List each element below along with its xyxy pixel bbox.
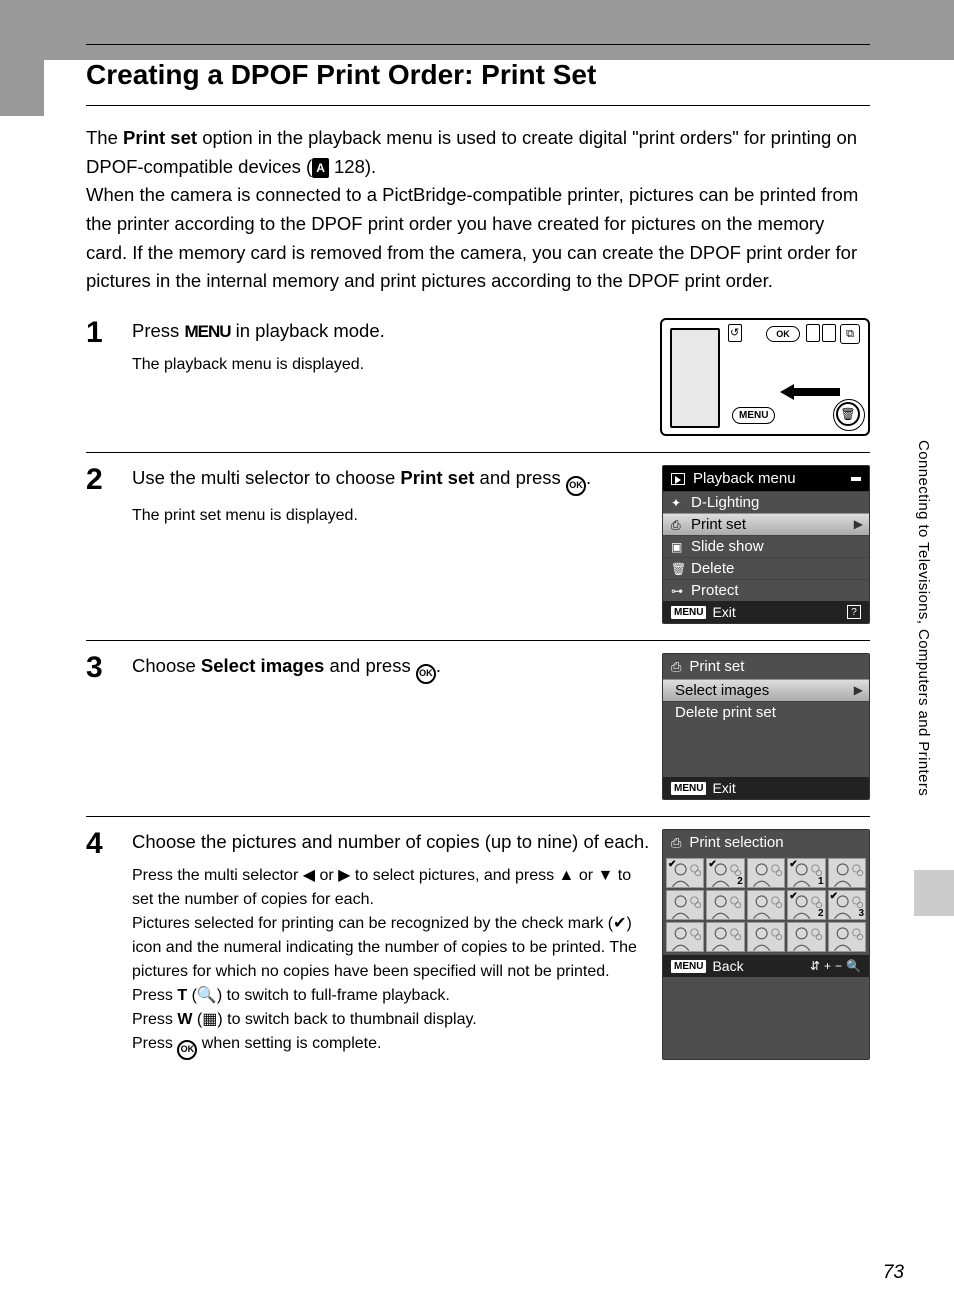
print-selection-screen: ⎙ Print selection ✔✔2✔1✔2✔3 MENU Back ⇵ … [662, 829, 870, 1060]
page-number: 73 [883, 1262, 904, 1284]
thumb-tab-marker [914, 870, 954, 916]
thumbnail: ✔1 [787, 858, 825, 888]
step-number: 3 [86, 653, 118, 800]
protect-icon: ⊶ [671, 584, 683, 598]
step-2-sub: The print set menu is displayed. [132, 504, 650, 528]
menu-button-illustration: MENU [732, 407, 775, 424]
thumbnail: ✔2 [787, 890, 825, 920]
ok-icon: OK [566, 476, 586, 496]
thumbnail [706, 890, 744, 920]
menu-row-selected: ⎙Print set [663, 513, 869, 535]
menu-row: Delete print set [663, 701, 869, 723]
step-number: 2 [86, 465, 118, 624]
side-tab: Connecting to Televisions, Computers and… [890, 0, 954, 1314]
step-3: 3 Choose Select images and press OK. ⎙ P… [86, 640, 870, 816]
menu-row-selected: Select images [663, 679, 869, 701]
thumbnail-grid: ✔✔2✔1✔2✔3 [663, 855, 869, 955]
menu-row: ▣Slide show [663, 535, 869, 557]
step-number: 4 [86, 829, 118, 1060]
updown-icon: ⇵ [810, 959, 820, 973]
slideshow-icon: ▣ [671, 540, 682, 554]
ok-icon: OK [177, 1040, 197, 1060]
menu-chip-icon: MENU [671, 782, 706, 795]
print-icon: ⎙ [671, 659, 681, 675]
intro-paragraph: The Print set option in the playback men… [86, 124, 870, 296]
plus-icon: + [824, 959, 831, 973]
trash-icon: 🗑 [671, 562, 686, 576]
thumbnail: ✔2 [706, 858, 744, 888]
step-1-heading: Press MENU in playback mode. [132, 318, 648, 345]
help-icon: ? [847, 605, 861, 619]
step-number: 1 [86, 318, 118, 436]
step-1-sub: The playback menu is displayed. [132, 353, 648, 377]
ok-button-illustration: OK [766, 326, 800, 342]
thumbnail [666, 922, 704, 952]
camera-screen [670, 328, 720, 428]
arrow-icon [780, 382, 840, 402]
exposure-icon: ⧉ [840, 324, 860, 344]
step-1: 1 Press MENU in playback mode. The playb… [86, 306, 870, 452]
step-4-heading: Choose the pictures and number of copies… [132, 829, 650, 856]
menu-row: 🗑Delete [663, 557, 869, 579]
menu-label: MENU [184, 322, 230, 341]
step-4: 4 Choose the pictures and number of copi… [86, 816, 870, 1076]
page-title: Creating a DPOF Print Order: Print Set [86, 59, 870, 91]
menu-chip-icon: MENU [671, 606, 706, 619]
playback-menu-screen: Playback menu ✦D-Lighting ⎙Print set ▣Sl… [662, 465, 870, 624]
step-2: 2 Use the multi selector to choose Print… [86, 452, 870, 640]
thumbnail [706, 922, 744, 952]
thumbnail [666, 890, 704, 920]
step-3-heading: Choose Select images and press OK. [132, 653, 650, 684]
side-tab-label: Connecting to Televisions, Computers and… [915, 440, 932, 796]
print-set-menu-screen: ⎙ Print set Select images Delete print s… [662, 653, 870, 800]
thumbnail [828, 922, 866, 952]
d-lighting-icon: ✦ [671, 496, 681, 510]
step-2-heading: Use the multi selector to choose Print s… [132, 465, 650, 496]
thumbnail [747, 922, 785, 952]
ok-icon: OK [416, 664, 436, 684]
thumbnail [747, 890, 785, 920]
lcd-title: Print set [689, 658, 744, 675]
menu-row: ✦D-Lighting [663, 491, 869, 513]
lcd-title: Print selection [689, 834, 783, 851]
thumbnail [828, 858, 866, 888]
print-icon: ⎙ [671, 835, 681, 851]
thumbnail: ✔3 [828, 890, 866, 920]
reference-icon: A [312, 158, 329, 179]
page-title-wrap: Creating a DPOF Print Order: Print Set [86, 44, 870, 106]
thumbnail [787, 922, 825, 952]
card-icon [851, 477, 861, 481]
step-4-sub: Press the multi selector ◀ or ▶ to selec… [132, 864, 650, 1060]
thumbnail: ✔ [666, 858, 704, 888]
menu-row: ⊶Protect [663, 579, 869, 601]
trash-button-illustration: 🗑 [836, 402, 860, 426]
minus-icon: − [835, 959, 842, 973]
playback-icon [671, 473, 685, 485]
thumbnail [747, 858, 785, 888]
camera-diagram: ↺ OK ⧉ MENU 🗑 [660, 318, 870, 436]
print-icon: ⎙ [671, 518, 681, 533]
lcd-title: Playback menu [693, 470, 796, 487]
zoom-icon: 🔍 [846, 959, 861, 973]
menu-chip-icon: MENU [671, 960, 706, 973]
